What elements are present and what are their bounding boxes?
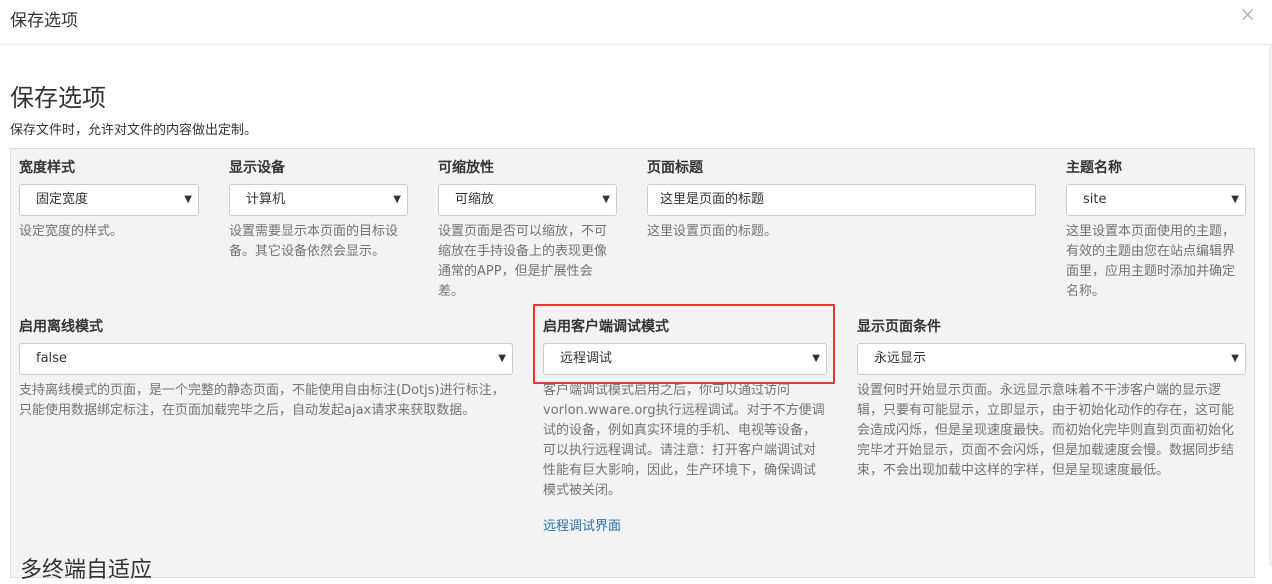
width-style-select[interactable]: 固定宽度 ▼	[19, 184, 199, 216]
theme-name-select[interactable]: site ▼	[1066, 184, 1246, 216]
debug-mode-help: 客户端调试模式启用之后，你可以通过访问vorlon.wware.org执行远程调…	[543, 383, 825, 498]
offline-mode-value: false	[36, 351, 67, 366]
chevron-down-icon: ▼	[1231, 353, 1239, 364]
zoomable-help: 设置页面是否可以缩放，不可缩放在手持设备上的表现更像通常的APP，但是扩展性会差…	[438, 224, 608, 299]
chevron-down-icon: ▼	[498, 353, 506, 364]
display-device-help: 设置需要显示本页面的目标设备。其它设备依然会显示。	[229, 224, 399, 259]
width-style-value: 固定宽度	[36, 192, 89, 207]
display-device-label: 显示设备	[229, 160, 285, 176]
section-title: 保存选项	[10, 84, 106, 112]
debug-mode-select[interactable]: 远程调试 ▼	[543, 343, 827, 375]
chevron-down-icon: ▼	[602, 194, 610, 205]
modal-header: 保存选项 ×	[0, 0, 1272, 45]
theme-name-label: 主题名称	[1066, 160, 1122, 176]
show-condition-help: 设置何时开始显示页面。永远显示意味着不干涉客户端的显示逻辑，只要有可能显示，立即…	[857, 383, 1235, 478]
chevron-down-icon: ▼	[393, 194, 401, 205]
field-page-title: 页面标题 这里是页面的标题 这里设置页面的标题。	[647, 158, 1036, 242]
section-description: 保存文件时，允许对文件的内容做出定制。	[10, 123, 258, 138]
display-device-value: 计算机	[246, 192, 286, 207]
field-theme-name: 主题名称 site ▼ 这里设置本页面使用的主题，有效的主题由您在站点编辑界面里…	[1066, 158, 1246, 302]
chevron-down-icon: ▼	[812, 353, 820, 364]
next-section-title: 多终端自适应	[20, 558, 153, 583]
field-show-condition: 显示页面条件 永远显示 ▼ 设置何时开始显示页面。永远显示意味着不干涉客户端的显…	[857, 317, 1246, 481]
width-style-label: 宽度样式	[19, 160, 75, 176]
zoomable-select[interactable]: 可缩放 ▼	[438, 184, 617, 216]
field-width-style: 宽度样式 固定宽度 ▼ 设定宽度的样式。	[19, 158, 199, 242]
display-device-select[interactable]: 计算机 ▼	[229, 184, 408, 216]
show-condition-value: 永远显示	[874, 351, 927, 366]
remote-debug-link[interactable]: 远程调试界面	[543, 515, 621, 534]
offline-mode-select[interactable]: false ▼	[19, 343, 513, 375]
close-icon[interactable]: ×	[1239, 4, 1256, 24]
page-title-input[interactable]: 这里是页面的标题	[647, 184, 1036, 216]
field-display-device: 显示设备 计算机 ▼ 设置需要显示本页面的目标设备。其它设备依然会显示。	[229, 158, 408, 262]
debug-mode-label: 启用客户端调试模式	[543, 319, 669, 335]
zoomable-value: 可缩放	[455, 192, 495, 207]
field-offline-mode: 启用离线模式 false ▼ 支持离线模式的页面，是一个完整的静态页面，不能使用…	[19, 317, 513, 421]
page-title-label: 页面标题	[647, 160, 703, 176]
zoomable-label: 可缩放性	[438, 160, 494, 176]
offline-mode-label: 启用离线模式	[19, 319, 103, 335]
chevron-down-icon: ▼	[184, 194, 192, 205]
show-condition-label: 显示页面条件	[857, 319, 941, 335]
chevron-down-icon: ▼	[1231, 194, 1239, 205]
modal-title: 保存选项	[10, 11, 78, 31]
page-title-help: 这里设置页面的标题。	[647, 224, 778, 239]
field-zoomable: 可缩放性 可缩放 ▼ 设置页面是否可以缩放，不可缩放在手持设备上的表现更像通常的…	[438, 158, 617, 302]
theme-name-value: site	[1083, 192, 1107, 207]
page-title-value: 这里是页面的标题	[660, 192, 765, 207]
offline-mode-help: 支持离线模式的页面，是一个完整的静态页面，不能使用自由标注(Dotjs)进行标注…	[19, 383, 505, 418]
debug-mode-value: 远程调试	[560, 351, 613, 366]
field-debug-mode: 启用客户端调试模式 远程调试 ▼ 客户端调试模式启用之后，你可以通过访问vorl…	[543, 317, 827, 501]
theme-name-help: 这里设置本页面使用的主题，有效的主题由您在站点编辑界面里，应用主题时添加并确定名…	[1066, 224, 1236, 299]
width-style-help: 设定宽度的样式。	[19, 224, 124, 239]
show-condition-select[interactable]: 永远显示 ▼	[857, 343, 1246, 375]
